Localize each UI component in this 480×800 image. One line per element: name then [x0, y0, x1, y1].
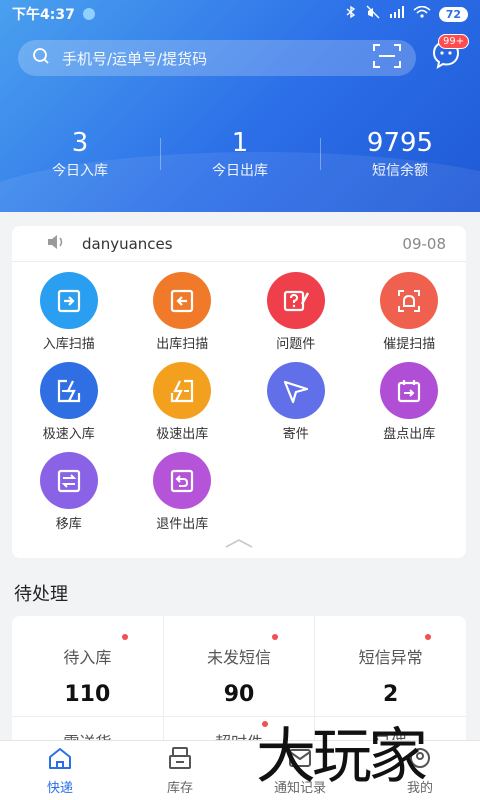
pending-unsent-sms[interactable]: 未发短信 90	[162, 616, 315, 716]
actions-card: danyuances 09-08 入库扫描 出库扫描 问题件 催提扫描 极速入库…	[12, 226, 466, 558]
send-icon	[266, 362, 325, 419]
pending-label: 未发短信	[207, 648, 272, 667]
inbound-scan-icon	[39, 272, 98, 329]
red-dot-badge	[271, 634, 278, 640]
stat-value: 3	[71, 128, 89, 158]
action-label: 问题件	[276, 337, 316, 352]
pending-row: 待入库 110 未发短信 90 短信异常 2	[12, 616, 466, 716]
action-send-parcel[interactable]: 寄件	[239, 362, 353, 442]
stat-outbound-today[interactable]: 1 今日出库	[160, 128, 320, 184]
action-label: 入库扫描	[42, 337, 95, 352]
announcement-date: 09-08	[402, 234, 446, 253]
actions-grid: 入库扫描 出库扫描 问题件 催提扫描 极速入库 极速出库 寄件 盘点出库 移库 …	[12, 262, 466, 532]
action-label: 出库扫描	[156, 337, 209, 352]
action-fast-inbound[interactable]: 极速入库	[12, 362, 126, 442]
mute-icon	[365, 5, 381, 23]
stats-row: 3 今日入库 1 今日出库 9795 短信余额	[0, 128, 480, 184]
pending-label: 短信异常	[358, 648, 423, 667]
pending-count: 2	[383, 682, 399, 707]
tab-inventory[interactable]: 库存	[120, 741, 240, 800]
outbound-scan-icon	[153, 272, 212, 329]
inventory-out-icon	[380, 362, 439, 419]
message-badge: 99+	[438, 34, 470, 49]
action-inventory-outbound[interactable]: 盘点出库	[353, 362, 467, 442]
stat-label: 短信余额	[372, 163, 428, 179]
announcement-text: danyuances	[82, 234, 173, 253]
signal-icon	[389, 6, 405, 22]
stat-value: 1	[231, 128, 249, 158]
status-bar: 下午4:37 72	[0, 0, 480, 28]
return-icon	[153, 452, 212, 509]
scan-code-icon[interactable]	[372, 43, 402, 73]
red-dot-badge	[122, 634, 128, 640]
urge-pickup-icon	[380, 272, 439, 329]
search-input[interactable]: 手机号/运单号/提货码	[62, 48, 207, 69]
tab-label: 库存	[166, 780, 193, 796]
stat-label: 今日入库	[52, 163, 108, 179]
action-label: 移库	[55, 517, 82, 532]
action-return-outbound[interactable]: 退件出库	[126, 452, 240, 532]
speaker-icon	[46, 234, 66, 254]
action-label: 退件出库	[156, 517, 209, 532]
inventory-icon	[167, 746, 193, 774]
action-label: 催提扫描	[383, 337, 436, 352]
search-icon	[32, 47, 50, 69]
pending-to-inbound[interactable]: 待入库 110	[12, 616, 163, 716]
announcement-bar[interactable]: danyuances 09-08	[12, 226, 466, 262]
action-problem-parcel[interactable]: 问题件	[239, 272, 353, 352]
action-outbound-scan[interactable]: 出库扫描	[126, 272, 240, 352]
stat-value: 9795	[366, 128, 434, 158]
transfer-icon	[39, 452, 98, 509]
action-fast-outbound[interactable]: 极速出库	[126, 362, 240, 442]
fast-outbound-icon	[153, 362, 212, 419]
stat-inbound-today[interactable]: 3 今日入库	[0, 128, 160, 184]
pending-count: 90	[223, 682, 255, 707]
red-dot-badge	[425, 634, 432, 640]
action-label: 极速出库	[156, 427, 209, 442]
tab-express[interactable]: 快递	[0, 741, 120, 800]
status-time: 下午4:37	[12, 7, 75, 23]
bluetooth-icon	[345, 5, 357, 23]
action-label: 极速入库	[42, 427, 95, 442]
pending-count: 110	[64, 682, 111, 707]
watermark-logo: 大玩家	[256, 722, 428, 792]
action-label: 盘点出库	[383, 427, 436, 442]
search-bar[interactable]: 手机号/运单号/提货码	[18, 40, 416, 76]
fast-inbound-icon	[39, 362, 98, 419]
pending-section-title: 待处理	[14, 584, 68, 605]
home-icon	[47, 746, 73, 774]
pending-label: 待入库	[63, 648, 112, 667]
battery-indicator: 72	[438, 6, 468, 22]
wifi-icon	[413, 5, 431, 22]
action-transfer[interactable]: 移库	[12, 452, 126, 532]
pending-sms-error[interactable]: 短信异常 2	[314, 616, 466, 716]
stat-label: 今日出库	[212, 163, 268, 179]
collapse-chevron-icon[interactable]	[224, 533, 254, 552]
problem-icon	[266, 272, 325, 329]
app-notification-icon	[82, 8, 95, 20]
action-inbound-scan[interactable]: 入库扫描	[12, 272, 126, 352]
action-label: 寄件	[282, 427, 309, 442]
stat-sms-balance[interactable]: 9795 短信余额	[320, 128, 480, 184]
action-urge-pickup[interactable]: 催提扫描	[353, 272, 467, 352]
tab-label: 快递	[46, 780, 73, 796]
